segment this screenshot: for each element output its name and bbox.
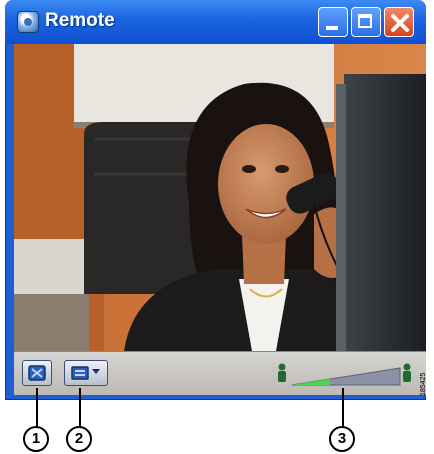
callout-1: 1 [23, 426, 49, 452]
callout-line-1 [36, 388, 38, 426]
maximize-button[interactable] [351, 7, 381, 37]
remote-video-feed [14, 44, 426, 351]
menu-dropdown-button[interactable] [64, 360, 108, 386]
view-toggle-button[interactable] [22, 360, 52, 386]
close-button[interactable] [384, 7, 414, 37]
window-title: Remote [45, 10, 115, 31]
callout-3: 3 [329, 426, 355, 452]
menu-dropdown-icon [71, 366, 100, 380]
person-icon-left [278, 363, 286, 382]
title-bar[interactable]: Remote [5, 0, 426, 44]
person-icon-right [403, 363, 411, 382]
close-icon [391, 14, 409, 32]
callout-2: 2 [66, 426, 92, 452]
remote-window: Remote [5, 0, 426, 400]
view-toggle-icon [28, 365, 46, 381]
video-frame-image [14, 44, 426, 351]
control-bar [14, 351, 426, 395]
minimize-button[interactable] [318, 7, 348, 37]
callout-line-3 [342, 388, 344, 426]
speaker-volume-slider[interactable] [274, 360, 414, 388]
callout-line-2 [79, 388, 81, 426]
app-icon[interactable] [17, 11, 39, 33]
figure-id: 185425 [420, 372, 427, 396]
